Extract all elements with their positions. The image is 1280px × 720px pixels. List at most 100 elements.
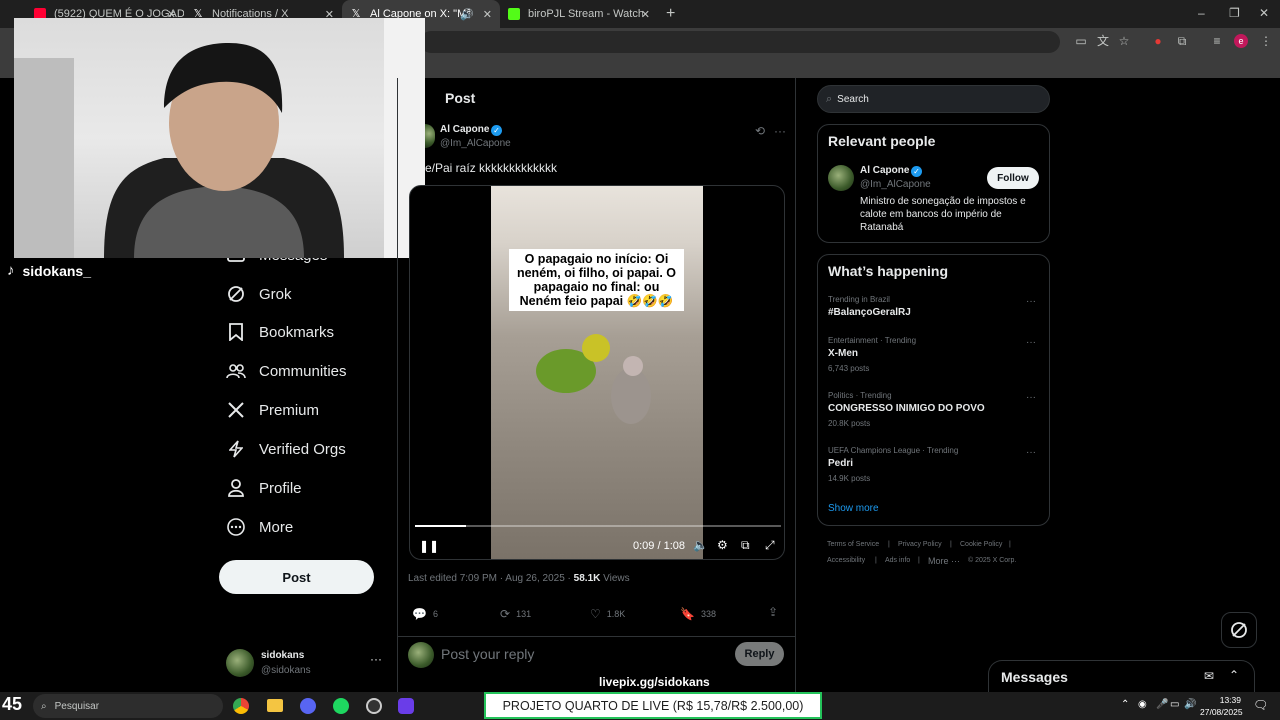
footer-link[interactable]: Ads info <box>885 557 910 564</box>
more-dots-icon[interactable]: ··· <box>1026 337 1036 348</box>
clock-date[interactable]: 27/08/2025 <box>1200 707 1243 717</box>
video-player[interactable]: O papagaio no início: Oi neném, oi filho… <box>409 185 785 560</box>
messages-drawer[interactable]: Messages ✉ ⌃ <box>988 660 1255 692</box>
nav-grok[interactable]: Grok <box>226 279 292 309</box>
nav-label: Bookmarks <box>259 323 335 341</box>
author-name[interactable]: Al Capone <box>440 124 489 135</box>
more-dots-icon[interactable]: ··· <box>774 124 786 138</box>
chevron-up-icon[interactable]: ⌃ <box>1229 668 1239 682</box>
discord-icon[interactable] <box>300 698 316 714</box>
taskbar-search[interactable]: ⌕ Pesquisar <box>33 694 223 718</box>
video-seekbar[interactable] <box>415 525 781 527</box>
picture-in-picture-icon[interactable]: ⧉ <box>741 538 750 553</box>
post-meta: Last edited 7:09 PM · Aug 26, 2025 · 58.… <box>408 573 630 584</box>
footer-link[interactable]: Cookie Policy <box>960 541 1002 548</box>
nav-premium[interactable]: Premium <box>226 395 319 425</box>
translate-icon[interactable]: 文 <box>1096 34 1110 48</box>
tray-icon[interactable]: ◉ <box>1138 699 1147 710</box>
trend-meta: Trending in Brazil <box>828 295 890 304</box>
spotify-icon[interactable] <box>333 698 349 714</box>
network-icon[interactable]: ▭ <box>1170 699 1179 710</box>
close-window-button[interactable]: ✕ <box>1259 6 1269 20</box>
donation-banner: PROJETO QUARTO DE LIVE (R$ 15,78/R$ 2.50… <box>484 692 822 719</box>
footer-separator: | <box>918 557 920 564</box>
nav-more[interactable]: More <box>226 512 293 542</box>
fullscreen-icon[interactable]: ⤢ <box>765 538 775 553</box>
like-action[interactable]: ♡ 1.8K <box>590 607 625 621</box>
person-bio: Ministro de sonegação de impostos e calo… <box>860 196 1026 233</box>
minimize-button[interactable]: – <box>1198 6 1205 20</box>
volume-icon[interactable]: 🔊 <box>1184 699 1196 710</box>
nav-communities[interactable]: Communities <box>226 356 347 386</box>
reply-action[interactable]: 💬 6 <box>412 607 438 621</box>
reply-button[interactable]: Reply <box>735 642 784 666</box>
microphone-icon[interactable]: 🎤 <box>1156 699 1168 710</box>
clock-time[interactable]: 13:39 <box>1203 695 1241 705</box>
grok-icon <box>1231 622 1247 638</box>
star-icon[interactable]: ☆ <box>1117 34 1131 48</box>
footer-link[interactable]: Privacy Policy <box>898 541 942 548</box>
messages-drawer-title: Messages <box>1001 669 1068 685</box>
footer-link[interactable]: Terms of Service <box>827 541 879 548</box>
share-icon[interactable]: ⇪ <box>768 605 778 619</box>
nav-verified-orgs[interactable]: Verified Orgs <box>226 434 346 464</box>
repost-action[interactable]: ⟳ 131 <box>500 607 531 621</box>
reply-input[interactable]: Post your reply <box>441 646 534 662</box>
person-handle[interactable]: @Im_AlCapone <box>860 179 931 190</box>
parrot-image <box>536 334 651 424</box>
address-bar[interactable] <box>420 31 1060 53</box>
more-circle-icon <box>226 517 246 537</box>
cast-icon[interactable]: ▭ <box>1074 34 1088 48</box>
new-tab-button[interactable]: + <box>666 5 675 23</box>
notification-icon[interactable]: 🗨 <box>1253 698 1268 712</box>
chrome-icon[interactable] <box>233 698 249 714</box>
grok-floating-button[interactable] <box>1221 612 1257 648</box>
trend-title[interactable]: Pedri <box>828 458 853 469</box>
tray-chevron-icon[interactable]: ⌃ <box>1121 699 1129 710</box>
footer-link[interactable]: Accessibility <box>827 557 865 564</box>
more-dots-icon[interactable]: ··· <box>1026 392 1036 403</box>
media-control-icon[interactable]: ≡ <box>1210 34 1224 48</box>
search-input[interactable]: ⌕ Search <box>817 85 1050 113</box>
trend-title[interactable]: CONGRESSO INIMIGO DO POVO <box>828 403 985 414</box>
tiktok-badge: ♪ sidokans_ <box>7 258 125 283</box>
more-dots-icon[interactable]: ··· <box>1026 296 1036 307</box>
menu-kebab-icon[interactable]: ⋮ <box>1259 34 1273 48</box>
avatar[interactable] <box>828 165 854 191</box>
maximize-button[interactable]: ❐ <box>1229 6 1240 20</box>
bookmark-action[interactable]: 🔖 338 <box>680 607 716 621</box>
nav-bookmarks[interactable]: Bookmarks <box>226 317 334 347</box>
footer-more-link[interactable]: More ··· <box>928 556 960 566</box>
more-dots-icon[interactable]: ··· <box>370 652 382 666</box>
audio-icon[interactable]: 🔊 <box>460 8 474 21</box>
pause-icon[interactable]: ❚❚ <box>419 539 439 553</box>
person-name[interactable]: Al Capone <box>860 165 909 176</box>
comment-icon: 💬 <box>412 607 427 621</box>
verified-badge-icon: ✓ <box>491 125 502 136</box>
profile-avatar-icon[interactable]: e <box>1234 34 1248 48</box>
account-switcher[interactable]: sidokans @sidokans ··· <box>226 647 386 681</box>
app-icon[interactable] <box>398 698 414 714</box>
trend-title[interactable]: #BalançoGeralRJ <box>828 307 911 318</box>
extension-icon[interactable]: ● <box>1151 34 1165 48</box>
new-message-icon[interactable]: ✉ <box>1204 669 1214 683</box>
settings-gear-icon[interactable]: ⚙ <box>717 538 728 552</box>
file-explorer-icon[interactable] <box>267 699 283 712</box>
close-icon[interactable]: ✕ <box>483 8 492 21</box>
show-more-link[interactable]: Show more <box>828 503 879 514</box>
tab-kick[interactable]: biroPJL Stream - Watch Live on ✕ <box>500 0 658 28</box>
close-icon[interactable]: ✕ <box>641 8 650 21</box>
people-icon <box>226 361 246 381</box>
volume-icon[interactable]: 🔈 <box>693 538 708 552</box>
nav-profile[interactable]: Profile <box>226 473 302 503</box>
author-handle[interactable]: @Im_AlCapone <box>440 138 511 149</box>
footer-separator: | <box>875 557 877 564</box>
more-dots-icon[interactable]: ··· <box>1026 447 1036 458</box>
edited-timestamp[interactable]: Last edited 7:09 PM · Aug 26, 2025 · <box>408 573 574 584</box>
follow-button[interactable]: Follow <box>987 167 1039 189</box>
grok-explain-icon[interactable]: ⟲ <box>755 124 765 138</box>
trend-title[interactable]: X-Men <box>828 348 858 359</box>
post-button[interactable]: Post <box>219 560 374 594</box>
obs-icon[interactable] <box>366 698 382 714</box>
extensions-puzzle-icon[interactable]: ⧉ <box>1175 34 1189 48</box>
